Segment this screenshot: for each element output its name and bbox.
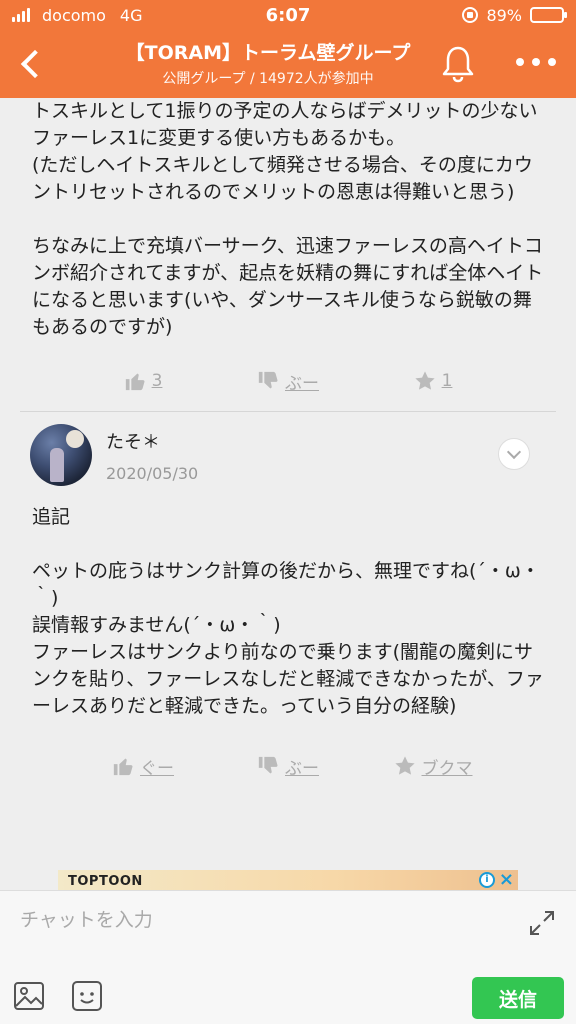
sticker-icon[interactable] xyxy=(70,979,104,1013)
like-label: ぐー xyxy=(140,758,174,779)
carrier-label: docomo xyxy=(42,5,106,25)
close-icon[interactable]: × xyxy=(499,871,514,889)
chevron-down-icon[interactable] xyxy=(498,438,530,470)
chat-input[interactable] xyxy=(20,905,510,935)
nav-bar: 【TORAM】トーラム壁グループ 公開グループ / 14972人が参加中 xyxy=(0,30,576,98)
group-title-block[interactable]: 【TORAM】トーラム壁グループ 公開グループ / 14972人が参加中 xyxy=(90,38,446,88)
dislike-label: ぶー xyxy=(285,373,319,394)
bookmark-button[interactable]: ブクマ xyxy=(361,754,506,779)
comment-actions: ぐー ぶー ブクマ xyxy=(0,746,576,786)
app-header: docomo 4G 6:07 89% 【TORAM】トーラム壁グループ 公開グル… xyxy=(0,0,576,98)
chevron-left-icon xyxy=(20,49,50,79)
rotation-lock-icon xyxy=(462,7,479,23)
more-options-icon[interactable] xyxy=(516,50,556,74)
battery-percent: 89% xyxy=(486,5,522,25)
signal-icon xyxy=(12,8,30,22)
dislike-button[interactable]: ぶー xyxy=(216,754,361,779)
ad-controls: i × xyxy=(478,871,514,889)
bell-icon[interactable] xyxy=(440,44,476,84)
avatar[interactable] xyxy=(30,424,92,486)
thumbs-down-icon xyxy=(258,756,278,774)
image-icon[interactable] xyxy=(12,979,46,1013)
dislike-label: ぶー xyxy=(285,758,319,779)
network-label: 4G xyxy=(119,5,143,25)
username[interactable]: たそ＊ xyxy=(106,428,198,454)
thumbs-down-icon xyxy=(258,371,278,389)
status-left: docomo 4G xyxy=(12,6,142,25)
comment-date: 2020/05/30 xyxy=(106,463,199,483)
like-button[interactable]: ぐー xyxy=(71,754,216,779)
comment-header: たそ＊ 2020/05/30 xyxy=(0,412,576,486)
dislike-button[interactable]: ぶー xyxy=(216,369,361,394)
post-body: トスキルとして1振りの予定の人ならばデメリットの少ないファーレス1に変更する使い… xyxy=(32,100,544,338)
info-icon[interactable]: i xyxy=(478,872,495,888)
bookmark-label: ブクマ xyxy=(421,758,473,779)
group-subtitle: 公開グループ / 14972人が参加中 xyxy=(162,71,374,87)
post-actions: 3 ぶー 1 xyxy=(0,361,576,401)
like-count: 3 xyxy=(151,371,163,391)
chat-composer: 送信 xyxy=(0,890,576,1024)
ad-logo: TOPTOON xyxy=(68,874,143,889)
ad-banner[interactable]: TOPTOON i × xyxy=(58,870,518,890)
thread-content[interactable]: トスキルとして1振りの予定の人ならばデメリットの少ないファーレス1に変更する使い… xyxy=(0,98,576,890)
like-button[interactable]: 3 xyxy=(71,370,216,392)
thumbs-up-icon xyxy=(125,373,145,391)
star-icon xyxy=(394,756,415,775)
battery-icon xyxy=(530,7,567,23)
back-button[interactable] xyxy=(10,42,50,86)
thumbs-up-icon xyxy=(113,758,133,776)
favorite-count: 1 xyxy=(441,371,453,391)
group-title: 【TORAM】トーラム壁グループ xyxy=(125,42,411,64)
comment-meta: たそ＊ 2020/05/30 xyxy=(106,428,198,483)
status-bar: docomo 4G 6:07 89% xyxy=(0,0,576,30)
send-button[interactable]: 送信 xyxy=(472,977,564,1019)
expand-icon[interactable] xyxy=(528,909,556,937)
star-icon xyxy=(414,371,435,390)
status-right: 89% xyxy=(462,5,567,25)
comment-body: 追記 ペットの庇うはサンク計算の後だから、無理ですね(´・ω・｀) 誤情報すみま… xyxy=(32,506,544,717)
favorite-button[interactable]: 1 xyxy=(361,370,506,392)
